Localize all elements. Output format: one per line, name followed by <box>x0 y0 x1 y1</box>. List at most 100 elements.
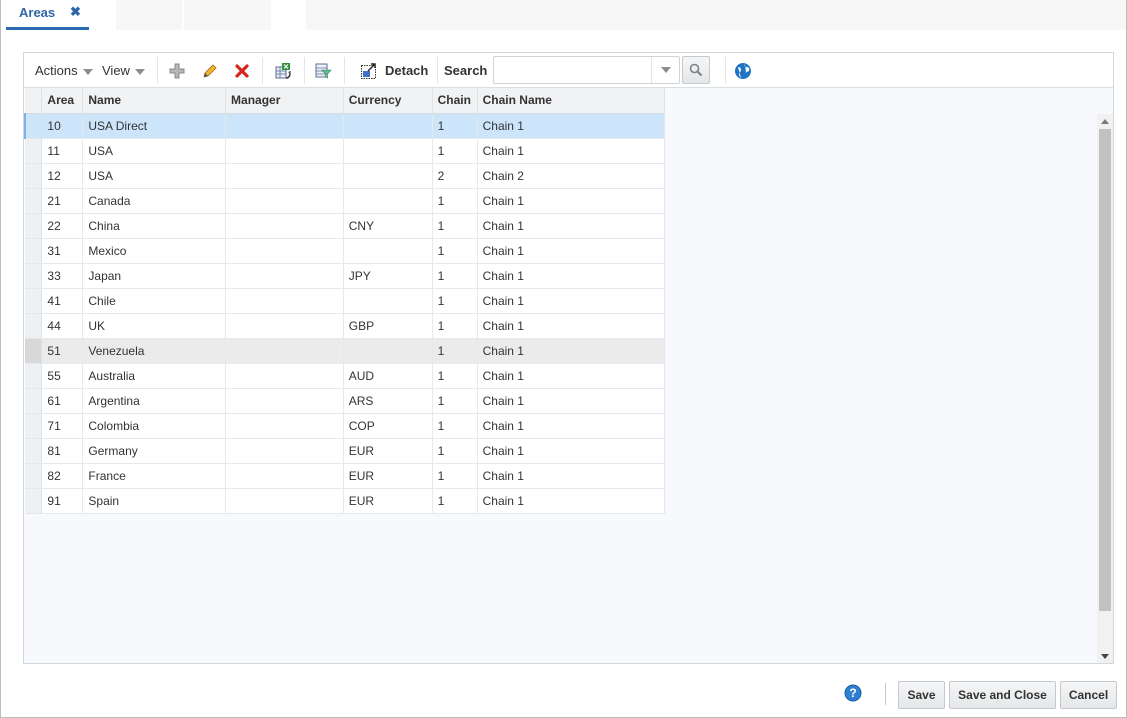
column-header-currency[interactable]: Currency <box>343 88 433 114</box>
table-row[interactable]: 71 Colombia COP 1 Chain 1 <box>25 413 666 439</box>
row-header[interactable] <box>25 263 43 289</box>
detach-button[interactable]: Detach <box>358 53 428 88</box>
chevron-down-icon <box>660 67 671 73</box>
save-button[interactable]: Save <box>898 681 945 709</box>
query-by-example-button[interactable] <box>312 53 334 88</box>
add-icon <box>166 60 188 82</box>
delete-button[interactable] <box>231 53 253 88</box>
cell-manager <box>225 113 344 139</box>
chevron-down-icon <box>134 68 145 75</box>
cell-manager <box>225 263 344 289</box>
table-row[interactable]: 41 Chile 1 Chain 1 <box>25 288 666 314</box>
cell-currency: COP <box>343 413 433 439</box>
row-header[interactable] <box>25 438 43 464</box>
cell-chain: 1 <box>432 463 478 489</box>
cell-name: Argentina <box>82 388 227 414</box>
row-header[interactable] <box>25 163 43 189</box>
cell-name: China <box>82 213 227 239</box>
cell-chain-name: Chain 1 <box>477 438 666 464</box>
table-row[interactable]: 12 USA 2 Chain 2 <box>25 163 666 189</box>
close-tab-icon[interactable]: ✖ <box>70 4 81 20</box>
toolbar-divider <box>157 57 158 84</box>
row-header[interactable] <box>25 413 43 439</box>
search-button[interactable] <box>682 56 710 84</box>
table-row[interactable]: 10 USA Direct 1 Chain 1 <box>24 113 666 139</box>
cell-chain-name: Chain 1 <box>477 338 666 364</box>
row-header[interactable] <box>25 313 43 339</box>
table-row[interactable]: 44 UK GBP 1 Chain 1 <box>25 313 666 339</box>
row-header[interactable] <box>24 113 43 139</box>
search-field[interactable] <box>493 56 680 84</box>
cell-currency: EUR <box>343 463 433 489</box>
search-label: Search <box>444 63 488 78</box>
edit-icon <box>199 60 221 82</box>
cell-area: 12 <box>41 163 84 189</box>
table-header-row: Area Name Manager Currency Chain Chain N… <box>25 88 666 114</box>
globe-button[interactable] <box>734 53 752 88</box>
column-header-area[interactable]: Area <box>41 88 84 114</box>
scroll-up-button[interactable] <box>1097 114 1113 128</box>
cell-manager <box>225 438 344 464</box>
cell-chain: 1 <box>432 263 478 289</box>
arrow-down-icon <box>1101 653 1109 659</box>
cell-manager <box>225 363 344 389</box>
cell-chain: 1 <box>432 138 478 164</box>
row-header[interactable] <box>25 488 43 514</box>
column-header-manager[interactable]: Manager <box>225 88 344 114</box>
search-input[interactable] <box>494 57 649 83</box>
cell-name: UK <box>82 313 227 339</box>
table-row[interactable]: 11 USA 1 Chain 1 <box>25 138 666 164</box>
cell-name: USA <box>82 138 227 164</box>
save-and-close-button[interactable]: Save and Close <box>949 681 1056 709</box>
tab-label: Areas <box>19 5 56 20</box>
add-button[interactable] <box>166 53 188 88</box>
scroll-thumb[interactable] <box>1099 129 1111 611</box>
row-header[interactable] <box>25 138 43 164</box>
table-row[interactable]: 51 Venezuela 1 Chain 1 <box>25 338 666 364</box>
table-row[interactable]: 33 Japan JPY 1 Chain 1 <box>25 263 666 289</box>
scroll-down-button[interactable] <box>1097 649 1113 663</box>
table-row[interactable]: 55 Australia AUD 1 Chain 1 <box>25 363 666 389</box>
table-row[interactable]: 82 France EUR 1 Chain 1 <box>25 463 666 489</box>
footer-divider <box>885 683 886 705</box>
column-header-name[interactable]: Name <box>82 88 227 114</box>
row-header[interactable] <box>25 288 43 314</box>
row-header[interactable] <box>25 213 43 239</box>
vertical-scrollbar[interactable] <box>1097 114 1113 663</box>
table-row[interactable]: 22 China CNY 1 Chain 1 <box>25 213 666 239</box>
cell-manager <box>225 488 344 514</box>
row-header[interactable] <box>25 188 43 214</box>
row-header[interactable] <box>25 463 43 489</box>
row-header[interactable] <box>25 363 43 389</box>
help-button[interactable]: ? <box>844 684 862 702</box>
cancel-button[interactable]: Cancel <box>1060 681 1117 709</box>
view-menu[interactable]: View <box>102 53 145 88</box>
search-dropdown-button[interactable] <box>651 57 679 83</box>
cell-name: Mexico <box>82 238 227 264</box>
table-row[interactable]: 21 Canada 1 Chain 1 <box>25 188 666 214</box>
actions-menu[interactable]: Actions <box>35 53 93 88</box>
table-row[interactable]: 81 Germany EUR 1 Chain 1 <box>25 438 666 464</box>
column-header-chain[interactable]: Chain <box>432 88 478 114</box>
row-header[interactable] <box>25 388 43 414</box>
cell-currency: ARS <box>343 388 433 414</box>
table-row[interactable]: 31 Mexico 1 Chain 1 <box>25 238 666 264</box>
cell-chain: 2 <box>432 163 478 189</box>
tab-bar: Areas ✖ <box>1 0 1126 30</box>
cell-manager <box>225 163 344 189</box>
table-row[interactable]: 91 Spain EUR 1 Chain 1 <box>25 488 666 514</box>
row-header[interactable] <box>25 338 43 364</box>
cell-chain: 1 <box>432 213 478 239</box>
cell-area: 33 <box>41 263 84 289</box>
edit-button[interactable] <box>199 53 221 88</box>
table-row[interactable]: 61 Argentina ARS 1 Chain 1 <box>25 388 666 414</box>
column-header-chain-name[interactable]: Chain Name <box>477 88 666 114</box>
export-to-excel-button[interactable] <box>272 53 294 88</box>
tab-areas[interactable]: Areas ✖ <box>6 0 89 30</box>
row-header[interactable] <box>25 238 43 264</box>
cell-area: 44 <box>41 313 84 339</box>
toolbar-divider <box>262 57 263 84</box>
cell-name: Spain <box>82 488 227 514</box>
cell-currency <box>343 188 433 214</box>
cell-currency <box>343 338 433 364</box>
